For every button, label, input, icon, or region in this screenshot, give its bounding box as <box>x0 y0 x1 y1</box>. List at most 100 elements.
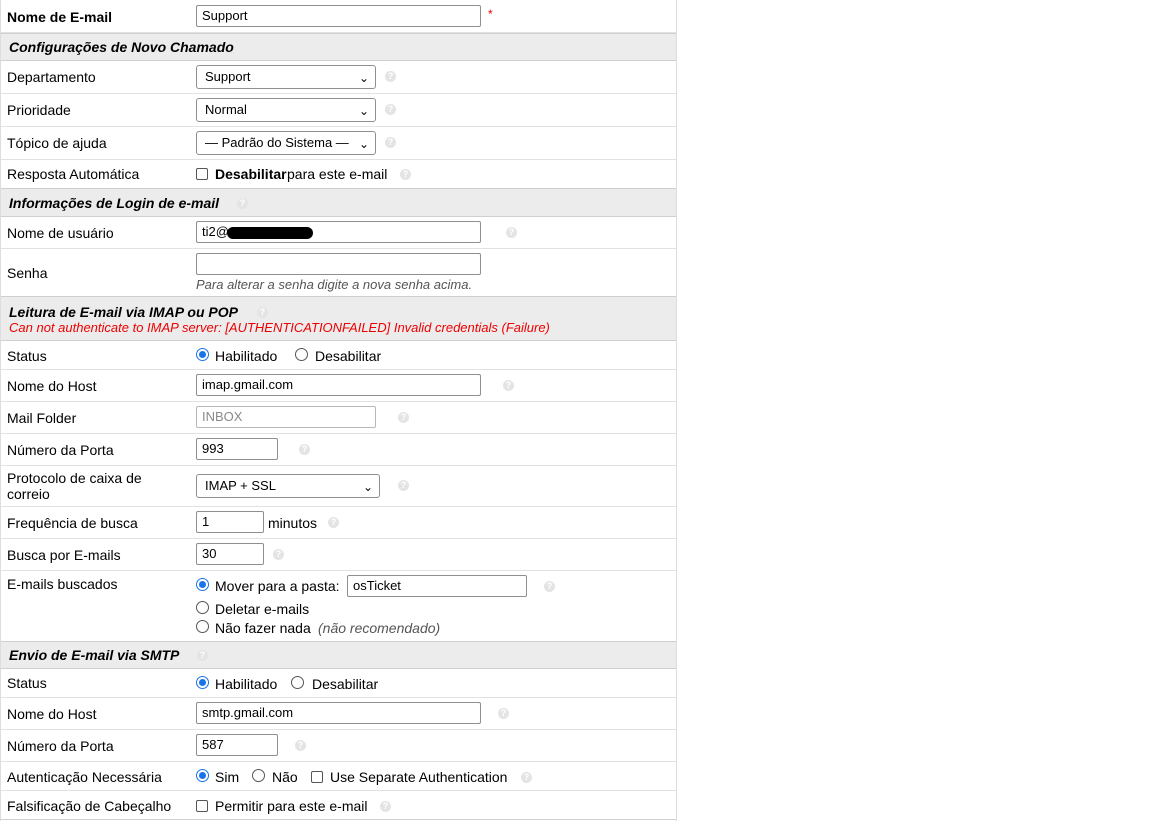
help-icon[interactable]: ? <box>398 412 409 423</box>
auto-response-label: Resposta Automática <box>7 166 140 182</box>
help-topic-select[interactable]: — Padrão do Sistema — ⌄ <box>196 131 376 155</box>
protocol-select[interactable]: IMAP + SSL ⌄ <box>196 474 380 498</box>
username-label: Nome de usuário <box>7 225 114 241</box>
department-select[interactable]: Support ⌄ <box>196 65 376 89</box>
fetch-frequency-label: Frequência de busca <box>7 515 138 531</box>
header-spoofing-text: Permitir para este e-mail <box>215 798 368 814</box>
imap-port-label: Número da Porta <box>7 442 114 458</box>
password-input[interactable] <box>196 253 481 275</box>
imap-disabled-label: Desabilitar <box>315 348 382 364</box>
priority-select[interactable]: Normal ⌄ <box>196 98 376 122</box>
priority-label: Prioridade <box>7 102 71 118</box>
auth-yes-label: Sim <box>215 769 240 785</box>
imap-port-input[interactable]: 993 <box>196 438 278 460</box>
section-header-imap: Leitura de E-mail via IMAP ou POP ? Can … <box>1 296 676 341</box>
help-icon[interactable]: ? <box>380 801 391 812</box>
imap-status-label: Status <box>7 348 47 364</box>
help-icon[interactable]: ? <box>400 169 411 180</box>
smtp-host-input[interactable]: smtp.gmail.com <box>196 702 481 724</box>
do-nothing-radio[interactable] <box>196 620 209 633</box>
auto-response-text: para este e-mail <box>287 166 388 182</box>
mail-folder-label: Mail Folder <box>7 410 77 426</box>
section-title: Informações de Login de e-mail <box>9 195 220 211</box>
imap-enabled-radio[interactable] <box>196 348 209 361</box>
fetch-frequency-input[interactable]: 1 <box>196 511 264 533</box>
help-icon[interactable]: ? <box>385 71 396 82</box>
smtp-port-row: Número da Porta 587 ? <box>1 730 676 762</box>
help-icon[interactable]: ? <box>385 104 396 115</box>
priority-value: Normal <box>205 102 247 117</box>
smtp-port-input[interactable]: 587 <box>196 734 278 756</box>
chevron-down-icon: ⌄ <box>358 71 369 85</box>
help-icon[interactable]: ? <box>521 772 532 783</box>
email-name-row: Nome de E-mail Support * <box>1 0 676 33</box>
help-icon[interactable]: ? <box>273 549 284 560</box>
imap-host-input[interactable]: imap.gmail.com <box>196 374 481 396</box>
delete-emails-label: Deletar e-mails <box>215 601 310 617</box>
mail-folder-row: Mail Folder INBOX ? <box>1 402 676 434</box>
auth-no-label: Não <box>272 769 298 785</box>
mail-folder-input[interactable]: INBOX <box>196 406 376 428</box>
smtp-enabled-radio[interactable] <box>196 676 209 689</box>
auth-yes-radio[interactable] <box>196 769 209 782</box>
imap-port-row: Número da Porta 993 ? <box>1 434 676 466</box>
imap-status-row: Status Habilitado Desabilitar <box>1 341 676 370</box>
help-topic-label: Tópico de ajuda <box>7 135 107 151</box>
header-spoofing-checkbox[interactable] <box>196 800 208 812</box>
auto-response-checkbox[interactable] <box>196 168 208 180</box>
do-nothing-label: Não fazer nada <box>215 620 311 636</box>
help-icon[interactable]: ? <box>299 444 310 455</box>
help-icon[interactable]: ? <box>295 740 306 751</box>
email-name-input[interactable]: Support <box>196 5 481 27</box>
fetch-count-input[interactable]: 30 <box>196 543 264 565</box>
smtp-host-row: Nome do Host smtp.gmail.com ? <box>1 698 676 730</box>
fetch-count-label: Busca por E-mails <box>7 547 121 563</box>
auth-no-radio[interactable] <box>252 769 265 782</box>
imap-disabled-radio[interactable] <box>295 348 308 361</box>
help-icon[interactable]: ? <box>385 137 396 148</box>
fetch-count-row: Busca por E-mails 30 ? <box>1 539 676 571</box>
fetched-emails-row: E-mails buscados Mover para a pasta: osT… <box>1 571 676 641</box>
delete-emails-radio[interactable] <box>196 601 209 614</box>
auto-response-bold: Desabilitar <box>215 166 287 182</box>
email-settings-form: Nome de E-mail Support * Configurações d… <box>0 0 677 821</box>
section-header-new-ticket: Configurações de Novo Chamado <box>1 33 676 61</box>
help-icon[interactable]: ? <box>506 227 517 238</box>
help-icon[interactable]: ? <box>398 480 409 491</box>
help-icon[interactable]: ? <box>197 650 208 661</box>
help-topic-value: — Padrão do Sistema — <box>205 135 349 150</box>
imap-error-message: Can not authenticate to IMAP server: [AU… <box>9 320 550 335</box>
imap-enabled-label: Habilitado <box>215 348 278 364</box>
smtp-port-label: Número da Porta <box>7 738 114 754</box>
email-name-label: Nome de E-mail <box>7 9 113 25</box>
department-value: Support <box>205 69 251 84</box>
smtp-host-label: Nome do Host <box>7 706 97 722</box>
chevron-down-icon: ⌄ <box>358 137 369 151</box>
imap-host-label: Nome do Host <box>7 378 97 394</box>
section-header-smtp: Envio de E-mail via SMTP ? <box>1 641 676 669</box>
department-row: Departamento Support ⌄ ? <box>1 61 676 94</box>
help-topic-row: Tópico de ajuda — Padrão do Sistema — ⌄ … <box>1 127 676 160</box>
section-title: Configurações de Novo Chamado <box>9 39 234 55</box>
help-icon[interactable]: ? <box>328 517 339 528</box>
separate-auth-label: Use Separate Authentication <box>330 769 508 785</box>
help-icon[interactable]: ? <box>498 708 509 719</box>
help-icon[interactable]: ? <box>237 198 248 209</box>
required-mark: * <box>488 7 493 21</box>
smtp-status-label: Status <box>7 675 47 691</box>
fetch-frequency-unit: minutos <box>268 515 318 531</box>
department-label: Departamento <box>7 69 96 85</box>
help-icon[interactable]: ? <box>257 307 268 318</box>
help-icon[interactable]: ? <box>503 380 514 391</box>
help-icon[interactable]: ? <box>544 581 555 592</box>
smtp-status-row: Status Habilitado Desabilitar <box>1 669 676 698</box>
separate-auth-checkbox[interactable] <box>311 771 323 783</box>
chevron-down-icon: ⌄ <box>358 104 369 118</box>
move-to-folder-radio[interactable] <box>196 578 209 591</box>
username-value: ti2@ <box>202 224 229 239</box>
do-nothing-note: (não recomendado) <box>318 620 441 636</box>
smtp-disabled-radio[interactable] <box>291 676 304 689</box>
password-row: Senha Para alterar a senha digite a nova… <box>1 249 676 296</box>
move-folder-input[interactable]: osTicket <box>347 575 527 597</box>
password-label: Senha <box>7 265 48 281</box>
